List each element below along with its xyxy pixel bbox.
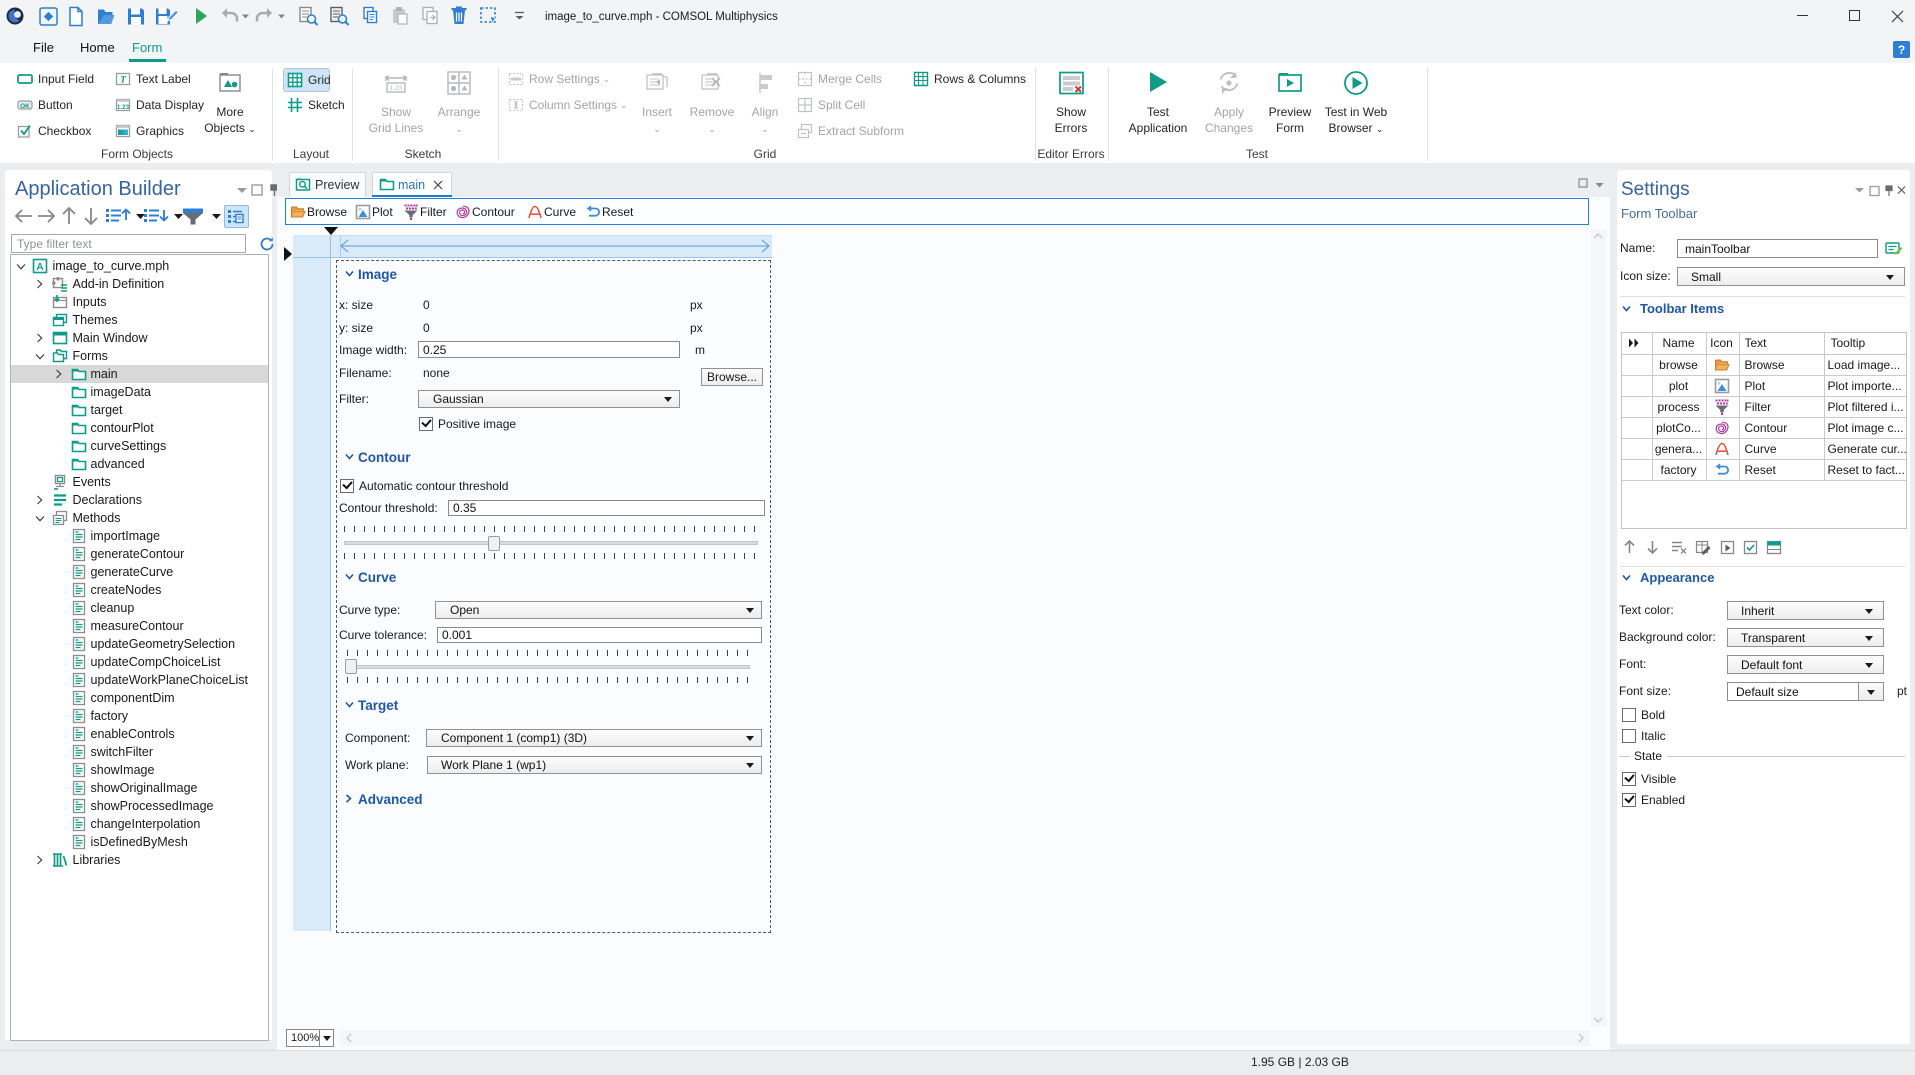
svg-text:OK: OK bbox=[20, 103, 30, 110]
svg-text:1.23: 1.23 bbox=[117, 104, 130, 111]
svg-text:1.23: 1.23 bbox=[390, 85, 403, 92]
